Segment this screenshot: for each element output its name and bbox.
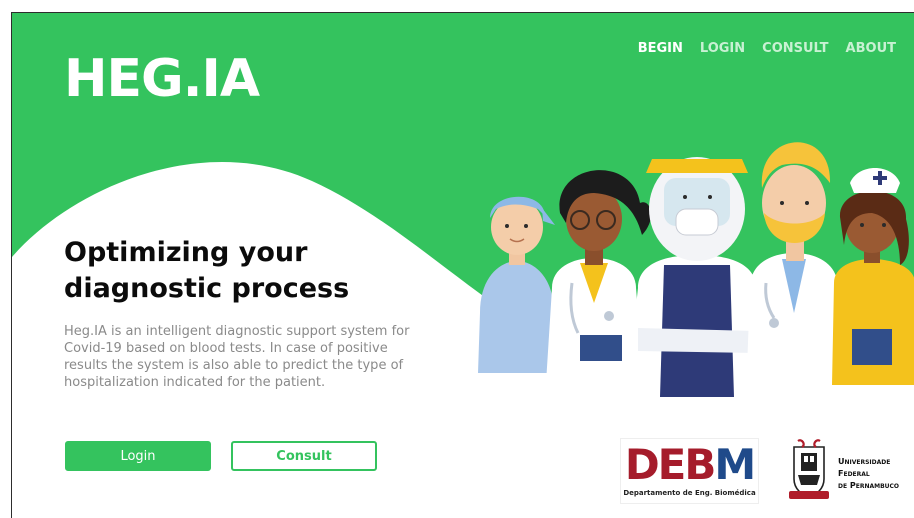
- ufpe-name-line3: de Pernambuco: [838, 481, 900, 490]
- debm-subtitle: Departamento de Eng. Biomédica: [623, 489, 756, 497]
- consult-button[interactable]: Consult: [231, 441, 377, 471]
- nav-consult[interactable]: CONSULT: [762, 41, 828, 56]
- worker-nurse: [832, 168, 914, 385]
- ufpe-emblem-icon: [789, 439, 829, 499]
- ufpe-name-line1: Universidade: [838, 457, 891, 466]
- ufpe-name: Universidade Federal de Pernambuco: [838, 456, 899, 492]
- hero-title-line1: Optimizing your: [64, 237, 308, 268]
- brand-logo[interactable]: HEG.IA: [64, 49, 260, 109]
- debm-wordmark-red: DEB: [624, 440, 717, 489]
- debm-wordmark-blue: M: [714, 440, 756, 489]
- nav-login[interactable]: LOGIN: [700, 41, 745, 56]
- top-nav: BEGIN LOGIN CONSULT ABOUT: [621, 41, 896, 56]
- worker-bearded-doctor: [746, 142, 846, 397]
- worker-ppe: [626, 157, 768, 397]
- ufpe-name-line2: Federal: [838, 469, 870, 478]
- hero-title-line2: diagnostic process: [64, 273, 350, 304]
- login-button[interactable]: Login: [65, 441, 211, 471]
- worker-surgeon: [478, 196, 557, 373]
- debm-logo: DEBM Departamento de Eng. Biomédica: [621, 439, 758, 503]
- nav-begin[interactable]: BEGIN: [638, 41, 683, 56]
- hero-description: Heg.IA is an intelligent diagnostic supp…: [64, 324, 410, 390]
- debm-wordmark: DEBM: [621, 441, 758, 489]
- nav-about[interactable]: ABOUT: [846, 41, 896, 56]
- hero-title: Optimizing your diagnostic process: [64, 235, 394, 307]
- app-window: HEG.IA BEGIN LOGIN CONSULT ABOUT Optimiz…: [11, 12, 914, 518]
